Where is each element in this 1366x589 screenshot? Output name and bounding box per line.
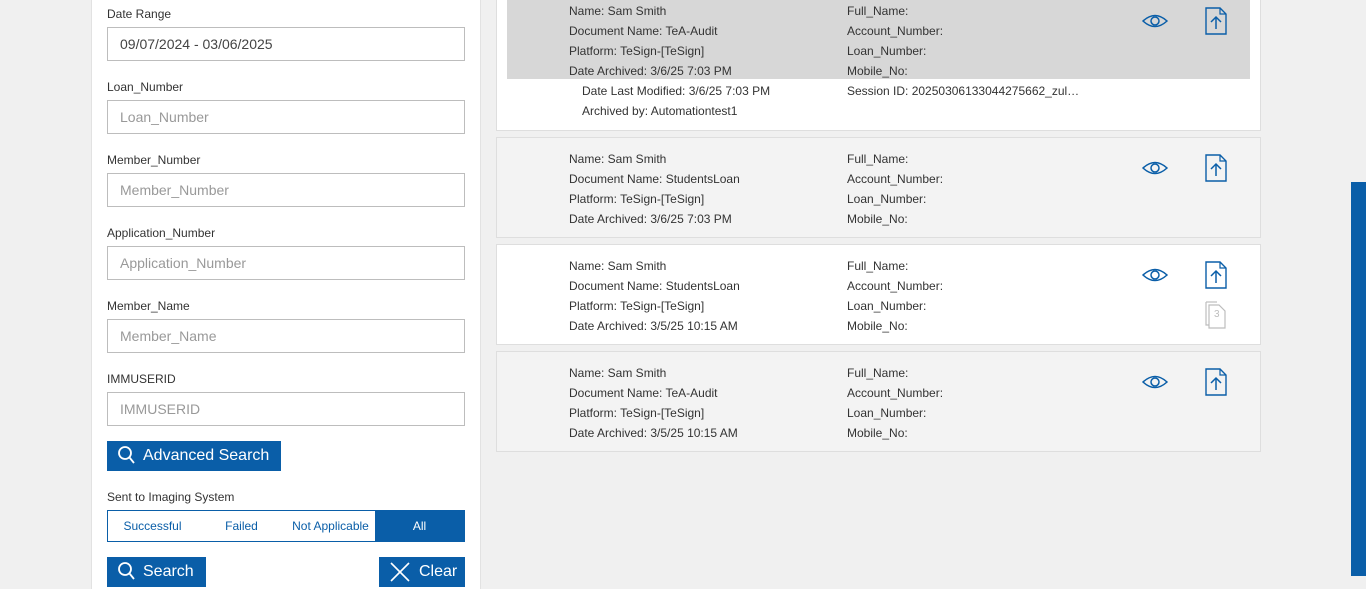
date-range-input[interactable] <box>107 27 465 61</box>
record-platform: Platform: TeSign-[TeSign] <box>569 406 705 420</box>
clear-button[interactable]: Clear <box>379 557 465 587</box>
advanced-search-label: Advanced Search <box>143 447 270 464</box>
search-button[interactable]: Search <box>107 557 206 587</box>
imaging-option-not-applicable[interactable]: Not Applicable <box>286 511 375 541</box>
record-account-number: Account_Number: <box>847 172 944 186</box>
record-date-archived: Date Archived: 3/6/25 7:03 PM <box>569 64 732 78</box>
eye-icon[interactable] <box>1141 266 1169 284</box>
search-icon <box>118 446 135 464</box>
application-number-label: Application_Number <box>107 226 216 240</box>
sent-to-imaging-label: Sent to Imaging System <box>107 490 235 504</box>
record-archived-by: Archived by: Automationtest1 <box>582 104 738 118</box>
record-mobile-no: Mobile_No: <box>847 319 908 333</box>
imaging-option-failed[interactable]: Failed <box>197 511 286 541</box>
upload-document-icon[interactable] <box>1205 261 1227 289</box>
record-full-name: Full_Name: <box>847 152 909 166</box>
date-range-label: Date Range <box>107 7 172 21</box>
eye-icon[interactable] <box>1141 373 1169 391</box>
record-name: Name: Sam Smith <box>569 366 667 380</box>
eye-icon[interactable] <box>1141 12 1169 30</box>
filter-panel: Date Range Loan_Number Member_Number App… <box>91 0 481 589</box>
upload-document-icon[interactable] <box>1205 368 1227 396</box>
member-name-label: Member_Name <box>107 299 190 313</box>
record-platform: Platform: TeSign-[TeSign] <box>569 192 705 206</box>
upload-document-icon[interactable] <box>1205 154 1227 182</box>
loan-number-input[interactable] <box>107 100 465 134</box>
imaging-status-toggle: Successful Failed Not Applicable All <box>107 510 465 542</box>
record-name: Name: Sam Smith <box>569 4 667 18</box>
record-card[interactable]: Name: Sam Smith Document Name: TeA-Audit… <box>496 0 1261 131</box>
member-number-input[interactable] <box>107 173 465 207</box>
record-loan-number: Loan_Number: <box>847 406 927 420</box>
record-card[interactable]: Name: Sam Smith Document Name: StudentsL… <box>496 244 1261 345</box>
record-platform: Platform: TeSign-[TeSign] <box>569 299 705 313</box>
record-platform: Platform: TeSign-[TeSign] <box>569 44 705 58</box>
record-document-name: Document Name: StudentsLoan <box>569 172 740 186</box>
immuserid-label: IMMUSERID <box>107 372 176 386</box>
record-name: Name: Sam Smith <box>569 152 667 166</box>
member-number-label: Member_Number <box>107 153 201 167</box>
member-name-input[interactable] <box>107 319 465 353</box>
document-pages-icon[interactable]: 3 <box>1205 301 1227 329</box>
record-date-archived: Date Archived: 3/5/25 10:15 AM <box>569 426 738 440</box>
record-document-name: Document Name: TeA-Audit <box>569 24 718 38</box>
eye-icon[interactable] <box>1141 159 1169 177</box>
advanced-search-button[interactable]: Advanced Search <box>107 441 281 471</box>
record-mobile-no: Mobile_No: <box>847 64 908 78</box>
loan-number-label: Loan_Number <box>107 80 184 94</box>
record-mobile-no: Mobile_No: <box>847 212 908 226</box>
record-loan-number: Loan_Number: <box>847 44 927 58</box>
record-session-id: Session ID: 20250306133044275662_zul… <box>847 84 1080 98</box>
record-loan-number: Loan_Number: <box>847 192 927 206</box>
record-account-number: Account_Number: <box>847 279 944 293</box>
record-name: Name: Sam Smith <box>569 259 667 273</box>
record-loan-number: Loan_Number: <box>847 299 927 313</box>
record-card[interactable]: Name: Sam Smith Document Name: TeA-Audit… <box>496 351 1261 452</box>
close-icon <box>390 562 410 582</box>
record-document-name: Document Name: TeA-Audit <box>569 386 718 400</box>
clear-button-label: Clear <box>419 563 458 580</box>
record-full-name: Full_Name: <box>847 366 909 380</box>
upload-document-icon[interactable] <box>1205 7 1227 35</box>
record-mobile-no: Mobile_No: <box>847 426 908 440</box>
page-count: 3 <box>1214 309 1220 320</box>
immuserid-input[interactable] <box>107 392 465 426</box>
application-number-input[interactable] <box>107 246 465 280</box>
record-account-number: Account_Number: <box>847 386 944 400</box>
record-full-name: Full_Name: <box>847 4 909 18</box>
search-icon <box>118 562 135 580</box>
record-account-number: Account_Number: <box>847 24 944 38</box>
record-date-last-modified: Date Last Modified: 3/6/25 7:03 PM <box>582 84 771 98</box>
imaging-option-all[interactable]: All <box>375 511 464 541</box>
record-date-archived: Date Archived: 3/6/25 7:03 PM <box>569 212 732 226</box>
imaging-option-successful[interactable]: Successful <box>108 511 197 541</box>
record-full-name: Full_Name: <box>847 259 909 273</box>
record-date-archived: Date Archived: 3/5/25 10:15 AM <box>569 319 738 333</box>
scrollbar-thumb[interactable] <box>1351 182 1366 576</box>
record-card[interactable]: Name: Sam Smith Document Name: StudentsL… <box>496 137 1261 238</box>
record-document-name: Document Name: StudentsLoan <box>569 279 740 293</box>
search-button-label: Search <box>143 563 194 580</box>
